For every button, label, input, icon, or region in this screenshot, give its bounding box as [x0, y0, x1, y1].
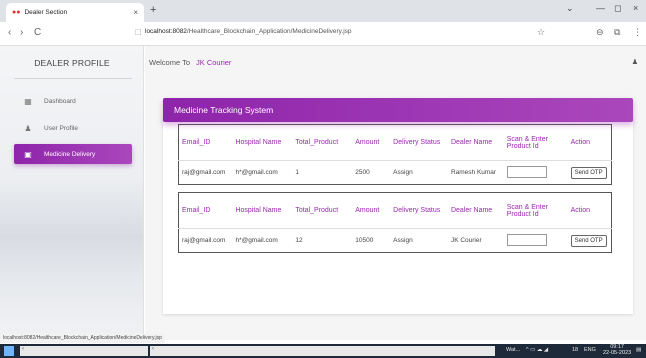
clipboard-icon: ▣ [24, 149, 32, 159]
taskbar: ‹ ‹ Wat... ^ ▭ ☁ ◢ 18 ENG 09:17 22-05-20… [0, 344, 646, 358]
cell-action: Send OTP [568, 161, 612, 185]
new-tab-icon[interactable]: + [150, 4, 156, 16]
chevron-down-icon[interactable]: ⌄ [566, 3, 574, 14]
cell-amount: 2500 [355, 169, 370, 176]
minimize-icon[interactable]: — [596, 3, 605, 13]
col-delivery-status: Delivery Status [390, 192, 448, 229]
tracking-table-2: Email_ID Hospital Name Total_Product Amo… [178, 192, 612, 253]
col-amount: Amount [352, 192, 391, 229]
close-window-icon[interactable]: × [633, 3, 638, 13]
temperature: 18 [572, 347, 579, 353]
col-total-product: Total_Product [292, 124, 353, 161]
col-dealer-name: Dealer Name [447, 192, 504, 229]
address-bar: ‹ › C ⬚ localhost:8082/Healthcare_Blockc… [0, 22, 646, 46]
sidebar-item-label: User Profile [44, 124, 78, 132]
cell-amount: 10500 [355, 237, 374, 244]
cell-dealer-name: JK Courier [450, 237, 482, 244]
cell-email: raj@gmail.com [182, 237, 226, 244]
back-icon[interactable]: ‹ [8, 27, 11, 38]
cell-delivery-status: Assign [393, 169, 413, 176]
cell-total-product: 12 [295, 237, 303, 244]
col-dealer-name: Dealer Name [447, 124, 504, 161]
cell-dealer-name: Ramesh Kumar [450, 169, 497, 176]
cell-scan [504, 161, 568, 185]
col-scan-product: Scan & Enter Product Id [503, 192, 568, 229]
product-id-input[interactable] [506, 166, 547, 179]
card-title: Medicine Tracking System [174, 105, 274, 115]
table-header-row: Email_ID Hospital Name Total_Product Amo… [178, 192, 612, 229]
notification-icon[interactable]: ▤ [636, 347, 641, 353]
menu-icon[interactable]: ⋮ [633, 27, 642, 38]
clock[interactable]: 09:17 22-05-2023 [603, 344, 631, 356]
cell-hospital: h*@gmail.com [235, 237, 278, 244]
col-hospital: Hospital Name [232, 192, 293, 229]
sidebar: DEALER PROFILE ▦ Dashboard ♟ User Profil… [0, 46, 144, 340]
welcome-label: Welcome To [149, 58, 190, 67]
sidebar-item-label: Medicine Delivery [44, 150, 96, 158]
horizontal-scrollbar[interactable]: ‹ [20, 346, 148, 356]
product-id-input[interactable] [506, 234, 547, 247]
dealer-name: JK Courier [196, 58, 232, 67]
sidebar-brand: DEALER PROFILE [34, 58, 110, 68]
url-path: /Healthcare_Blockchain_Application/Medic… [186, 28, 352, 35]
shield-icon[interactable]: ⊖ [596, 27, 604, 38]
person-icon[interactable]: ♟ [632, 58, 638, 66]
cell-action: Send OTP [568, 229, 612, 253]
forward-icon[interactable]: › [20, 27, 23, 38]
tracking-table-1: Email_ID Hospital Name Total_Product Amo… [178, 124, 612, 185]
welcome-text: Welcome To JK Courier [149, 58, 231, 67]
extensions-icon[interactable]: ⧉ [614, 27, 620, 38]
reload-icon[interactable]: C [34, 27, 41, 38]
col-total-product: Total_Product [292, 192, 353, 229]
cell-delivery-status: Assign [393, 237, 413, 244]
send-otp-button[interactable]: Send OTP [570, 234, 607, 247]
language-indicator[interactable]: ENG [584, 347, 596, 353]
url-host: localhost:8082 [145, 28, 187, 35]
table-row: raj@gmail.com h*@gmail.com 1 2500 Assign… [179, 161, 612, 185]
horizontal-scrollbar[interactable]: ‹ [150, 346, 495, 356]
person-icon: ♟ [24, 123, 32, 133]
col-email: Email_ID [178, 192, 233, 229]
star-icon[interactable]: ☆ [537, 27, 545, 38]
tray-icons[interactable]: ^ ▭ ☁ ◢ [526, 347, 548, 353]
col-action: Action [567, 124, 612, 161]
col-scan-product: Scan & Enter Product Id [503, 124, 568, 161]
tab-favicon-icon: ●● [12, 9, 21, 16]
cell-total-product: 1 [295, 169, 299, 176]
sidebar-divider [14, 78, 132, 79]
table-header-row: Email_ID Hospital Name Total_Product Amo… [178, 124, 612, 161]
url-field[interactable]: localhost:8082/Healthcare_Blockchain_App… [145, 28, 352, 35]
col-amount: Amount [352, 124, 391, 161]
tab-title: Dealer Section [24, 9, 68, 16]
sidebar-item-user-profile[interactable]: ♟ User Profile [14, 118, 132, 138]
col-action: Action [567, 192, 612, 229]
cell-email: raj@gmail.com [182, 169, 226, 176]
tab-close-icon[interactable]: × [133, 8, 138, 17]
sidebar-item-label: Dashboard [44, 97, 76, 105]
col-hospital: Hospital Name [232, 124, 293, 161]
windows-start-icon[interactable] [4, 346, 14, 356]
browser-tab[interactable]: ●● Dealer Section × [6, 3, 144, 22]
sidebar-item-dashboard[interactable]: ▦ Dashboard [14, 91, 132, 111]
cell-scan [504, 229, 568, 253]
page-info-icon[interactable]: ⬚ [135, 28, 142, 36]
cell-hospital: h*@gmail.com [235, 169, 278, 176]
clock-date: 22-05-2023 [603, 350, 632, 356]
browser-tab-bar: ●● Dealer Section × + ⌄ — ◻ × [0, 0, 646, 22]
status-bar-url: localhost:8082/Healthcare_Blockchain_App… [0, 334, 165, 343]
restore-icon[interactable]: ◻ [614, 3, 621, 14]
main-content: Welcome To JK Courier ♟ Email_ID Hospital… [145, 46, 646, 340]
tracking-card: Email_ID Hospital Name Total_Product Amo… [163, 116, 633, 314]
card-header: Medicine Tracking System [163, 98, 633, 122]
weather-widget[interactable]: Wat... [506, 347, 520, 353]
table-row: raj@gmail.com h*@gmail.com 12 10500 Assi… [179, 229, 612, 253]
col-delivery-status: Delivery Status [390, 124, 448, 161]
send-otp-button[interactable]: Send OTP [570, 166, 607, 179]
col-email: Email_ID [178, 124, 233, 161]
dashboard-icon: ▦ [24, 96, 32, 106]
sidebar-item-medicine-delivery[interactable]: ▣ Medicine Delivery [14, 144, 132, 164]
